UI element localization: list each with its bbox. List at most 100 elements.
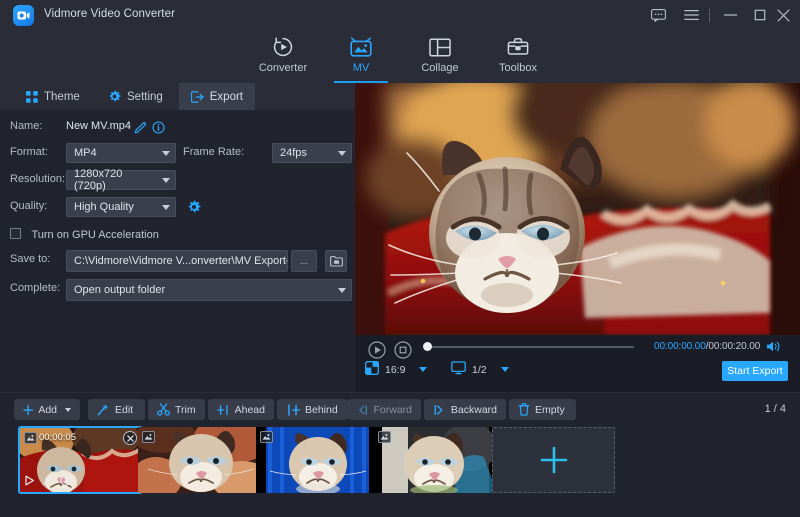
- plus-icon: [538, 444, 570, 476]
- progress-handle[interactable]: [423, 342, 432, 351]
- thumbnail-item-2[interactable]: [138, 427, 261, 493]
- trash-icon: [518, 403, 530, 416]
- panel-subtabs: Theme Setting Export: [0, 83, 355, 110]
- tab-toolbox[interactable]: Toolbox: [475, 30, 561, 83]
- video-frame[interactable]: [355, 83, 800, 335]
- clock-icon[interactable]: [60, 475, 71, 489]
- quality-select[interactable]: High Quality: [66, 197, 176, 217]
- aspect-ratio-icon: [365, 361, 379, 378]
- magic-wand-icon[interactable]: [42, 475, 53, 489]
- start-export-preview-label: Start Export: [727, 365, 782, 377]
- timecode-display: 00:00:00.00/00:00:20.00: [654, 341, 760, 352]
- title-bar: Vidmore Video Converter: [0, 0, 800, 30]
- converter-icon: [272, 35, 294, 59]
- name-row: Name: New MV.mp4: [0, 117, 355, 139]
- add-button[interactable]: Add: [14, 399, 80, 420]
- browse-more-label: ...: [300, 256, 308, 267]
- media-type-badge: [260, 431, 273, 443]
- ahead-button[interactable]: Ahead: [208, 399, 274, 420]
- thumbnail-image-3: [256, 427, 379, 493]
- play-icon[interactable]: [24, 475, 35, 489]
- thumbnail-tools: [24, 475, 71, 489]
- format-label: Format:: [10, 146, 48, 158]
- pencil-icon[interactable]: [131, 118, 149, 136]
- close-button[interactable]: [770, 0, 796, 30]
- complete-select[interactable]: Open output folder: [66, 279, 352, 301]
- thumbnail-item-4[interactable]: [374, 427, 497, 493]
- saveto-path-field[interactable]: C:\Vidmore\Vidmore V...onverter\MV Expor…: [66, 250, 288, 272]
- resolution-row: Resolution: 1280x720 (720p): [0, 170, 355, 192]
- tab-collage[interactable]: Collage: [397, 30, 483, 83]
- format-select[interactable]: MP4: [66, 143, 176, 163]
- tab-toolbox-label: Toolbox: [499, 62, 537, 74]
- saveto-path-value: C:\Vidmore\Vidmore V...onverter\MV Expor…: [74, 255, 288, 267]
- image-badge-icon: [380, 433, 389, 441]
- add-label: Add: [38, 404, 57, 416]
- behind-button[interactable]: Behind: [277, 399, 347, 420]
- resolution-value: 1280x720 (720p): [74, 168, 157, 192]
- empty-button[interactable]: Empty: [509, 399, 576, 420]
- screen-split-value: 1/2: [472, 364, 487, 376]
- subtab-theme[interactable]: Theme: [14, 83, 92, 110]
- quality-label: Quality:: [10, 200, 47, 212]
- chevron-down-icon: [419, 367, 427, 372]
- complete-row: Complete: Open output folder: [0, 279, 355, 301]
- tab-converter[interactable]: Converter: [240, 30, 326, 83]
- edit-label: Edit: [115, 404, 133, 416]
- thumbnail-item-3[interactable]: [256, 427, 379, 493]
- format-row: Format: MP4 Frame Rate: 24fps: [0, 143, 355, 165]
- progress-track[interactable]: [424, 346, 634, 348]
- info-icon[interactable]: [149, 118, 167, 136]
- feedback-icon[interactable]: [645, 0, 671, 30]
- thumbnail-duration: 00:00:05: [39, 432, 76, 443]
- format-value: MP4: [74, 147, 97, 159]
- vidmore-video-converter-window: Vidmore Video Converter: [0, 0, 800, 517]
- add-media-tile[interactable]: [492, 427, 615, 493]
- resolution-select[interactable]: 1280x720 (720p): [66, 170, 176, 190]
- framerate-label: Frame Rate:: [183, 146, 244, 158]
- hamburger-menu-icon[interactable]: [678, 0, 704, 30]
- backward-button[interactable]: Backward: [424, 399, 506, 420]
- image-badge-icon: [26, 434, 35, 442]
- thumbnail-item-1[interactable]: 00:00:05: [19, 427, 142, 493]
- saveto-row: Save to: C:\Vidmore\Vidmore V...onverter…: [0, 250, 355, 272]
- plus-icon: [23, 404, 33, 416]
- toolbox-icon: [507, 35, 529, 59]
- trim-button[interactable]: Trim: [148, 399, 205, 420]
- checkbox-box: [10, 228, 21, 239]
- tab-converter-label: Converter: [259, 62, 307, 74]
- thumbnail-image-2: [138, 427, 261, 493]
- media-type-badge: [142, 431, 155, 443]
- quality-settings-gear-icon[interactable]: [185, 198, 203, 216]
- framerate-select[interactable]: 24fps: [272, 143, 352, 163]
- volume-icon[interactable]: [766, 340, 781, 358]
- remove-clip-button[interactable]: [123, 431, 137, 445]
- gpu-acceleration-checkbox[interactable]: Turn on GPU Acceleration: [10, 225, 159, 243]
- forward-label: Forward: [373, 404, 412, 416]
- tab-collage-label: Collage: [421, 62, 458, 74]
- app-title: Vidmore Video Converter: [44, 8, 175, 20]
- open-folder-button[interactable]: [325, 250, 347, 272]
- export-icon: [191, 91, 204, 103]
- edit-button[interactable]: Edit: [88, 399, 145, 420]
- subtab-setting-label: Setting: [127, 91, 163, 103]
- screen-split-selector[interactable]: 1/2: [451, 361, 509, 378]
- subtab-setting[interactable]: Setting: [96, 83, 175, 110]
- name-label: Name:: [10, 120, 42, 132]
- tab-mv[interactable]: MV: [318, 30, 404, 83]
- main-nav-tabs: Converter MV: [0, 30, 800, 83]
- export-panel: Theme Setting Export Nam: [0, 83, 355, 392]
- aspect-ratio-selector[interactable]: 16:9: [365, 361, 427, 378]
- complete-label: Complete:: [10, 282, 60, 294]
- scissors-icon: [157, 403, 170, 416]
- framerate-value: 24fps: [280, 147, 307, 159]
- complete-value: Open output folder: [74, 284, 165, 296]
- subtab-export[interactable]: Export: [179, 83, 255, 110]
- start-export-button-preview[interactable]: Start Export: [722, 361, 788, 381]
- forward-button[interactable]: Forward: [347, 399, 421, 420]
- browse-more-button[interactable]: ...: [291, 250, 317, 272]
- chevron-down-icon: [501, 367, 509, 372]
- resolution-label: Resolution:: [10, 173, 65, 185]
- subtab-theme-label: Theme: [44, 91, 80, 103]
- minimize-button[interactable]: [716, 0, 744, 30]
